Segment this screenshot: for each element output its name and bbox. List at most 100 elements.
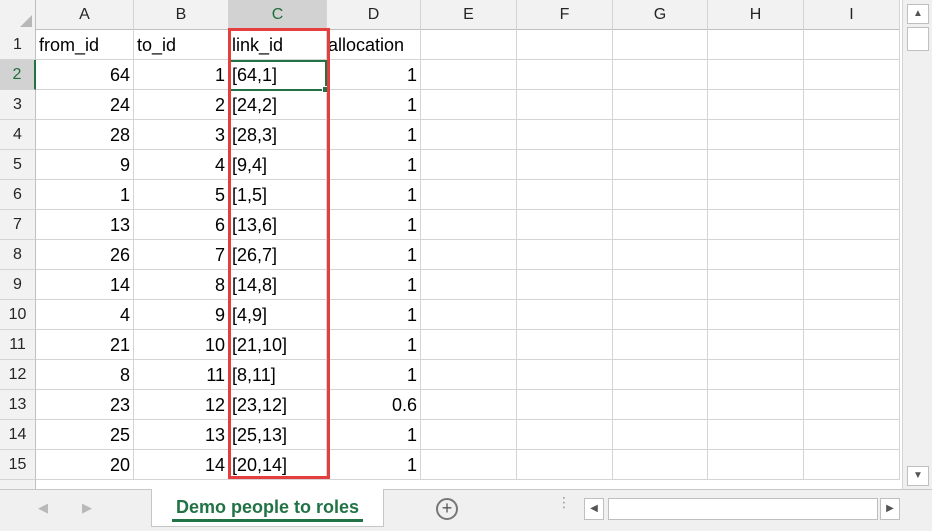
cell-allocation[interactable]: 1: [327, 120, 421, 150]
cell-empty[interactable]: [517, 300, 613, 330]
cell-from-id[interactable]: 20: [36, 450, 134, 480]
cell-empty[interactable]: [708, 30, 804, 60]
column-header-g[interactable]: G: [613, 0, 708, 30]
cell-empty[interactable]: [517, 360, 613, 390]
column-header-c[interactable]: C: [229, 0, 327, 30]
cell-from-id[interactable]: 64: [36, 60, 134, 90]
cell-empty[interactable]: [708, 120, 804, 150]
cell-empty[interactable]: [421, 150, 517, 180]
cell-link-id[interactable]: [26,7]: [229, 240, 327, 270]
row-header[interactable]: 3: [0, 90, 36, 120]
cell-to-id[interactable]: 6: [134, 210, 229, 240]
cell-empty[interactable]: [421, 300, 517, 330]
cell-empty[interactable]: [421, 390, 517, 420]
cell-link-id[interactable]: [14,8]: [229, 270, 327, 300]
cell-link-id[interactable]: [8,11]: [229, 360, 327, 390]
cell-empty[interactable]: [804, 420, 900, 450]
cell-to-id[interactable]: 7: [134, 240, 229, 270]
cell-empty[interactable]: [421, 180, 517, 210]
cell-empty[interactable]: [708, 450, 804, 480]
row-header[interactable]: 7: [0, 210, 36, 240]
cell-empty[interactable]: [804, 30, 900, 60]
column-header-a[interactable]: A: [36, 0, 134, 30]
fill-handle[interactable]: [322, 86, 329, 93]
cell-link-id[interactable]: [13,6]: [229, 210, 327, 240]
cell-empty[interactable]: [708, 210, 804, 240]
cell-link-id[interactable]: [1,5]: [229, 180, 327, 210]
cell-allocation[interactable]: 1: [327, 300, 421, 330]
cell-to-id[interactable]: 5: [134, 180, 229, 210]
cell-empty[interactable]: [421, 90, 517, 120]
column-header-f[interactable]: F: [517, 0, 613, 30]
cell-empty[interactable]: [804, 120, 900, 150]
header-cell[interactable]: from_id: [36, 30, 134, 60]
cell-empty[interactable]: [421, 240, 517, 270]
horizontal-scroll-thumb[interactable]: [608, 498, 878, 520]
add-sheet-icon[interactable]: +: [436, 498, 458, 520]
cell-from-id[interactable]: 8: [36, 360, 134, 390]
cell-empty[interactable]: [421, 360, 517, 390]
spreadsheet-grid[interactable]: A B C D E F G H I 1 from_id to_id link_id al…: [0, 0, 900, 489]
cell-empty[interactable]: [613, 150, 708, 180]
cell-empty[interactable]: [613, 270, 708, 300]
cell-to-id[interactable]: 10: [134, 330, 229, 360]
cell-empty[interactable]: [421, 450, 517, 480]
cell-empty[interactable]: [421, 60, 517, 90]
cell-empty[interactable]: [613, 240, 708, 270]
vertical-scrollbar[interactable]: ▲ ▼: [902, 0, 932, 489]
column-header-b[interactable]: B: [134, 0, 229, 30]
cell-link-id[interactable]: [24,2]: [229, 90, 327, 120]
cell-empty[interactable]: [708, 390, 804, 420]
cell-to-id[interactable]: 12: [134, 390, 229, 420]
cell-to-id[interactable]: 3: [134, 120, 229, 150]
cell-empty[interactable]: [804, 150, 900, 180]
cell-empty[interactable]: [421, 30, 517, 60]
cell-empty[interactable]: [708, 240, 804, 270]
cell-from-id[interactable]: 13: [36, 210, 134, 240]
cell-empty[interactable]: [804, 210, 900, 240]
cell-empty[interactable]: [613, 120, 708, 150]
cell-link-id[interactable]: [21,10]: [229, 330, 327, 360]
scroll-left-icon[interactable]: ◀: [584, 498, 604, 520]
cell-to-id[interactable]: 9: [134, 300, 229, 330]
cell-empty[interactable]: [517, 270, 613, 300]
cell-empty[interactable]: [517, 420, 613, 450]
header-cell[interactable]: link_id: [229, 30, 327, 60]
cell-allocation[interactable]: 1: [327, 210, 421, 240]
cell-to-id[interactable]: 2: [134, 90, 229, 120]
cell-empty[interactable]: [517, 240, 613, 270]
cell-link-id[interactable]: [64,1]: [229, 60, 327, 90]
cell-empty[interactable]: [517, 90, 613, 120]
cell-empty[interactable]: [517, 150, 613, 180]
sheet-prev-icon[interactable]: ◀: [38, 500, 48, 516]
header-cell[interactable]: to_id: [134, 30, 229, 60]
cell-to-id[interactable]: 14: [134, 450, 229, 480]
horizontal-scrollbar[interactable]: ◀ ▶: [582, 497, 902, 521]
cell-allocation[interactable]: 0.6: [327, 390, 421, 420]
cell-allocation[interactable]: 1: [327, 60, 421, 90]
cell-allocation[interactable]: 1: [327, 330, 421, 360]
header-cell[interactable]: allocation: [327, 30, 421, 60]
cell-empty[interactable]: [613, 360, 708, 390]
cell-empty[interactable]: [613, 210, 708, 240]
row-header[interactable]: 11: [0, 330, 36, 360]
scroll-down-icon[interactable]: ▼: [907, 466, 929, 486]
cell-allocation[interactable]: 1: [327, 420, 421, 450]
cell-empty[interactable]: [517, 120, 613, 150]
cell-empty[interactable]: [613, 330, 708, 360]
cell-empty[interactable]: [613, 300, 708, 330]
sheet-next-icon[interactable]: ▶: [82, 500, 92, 516]
cell-allocation[interactable]: 1: [327, 360, 421, 390]
cell-empty[interactable]: [517, 60, 613, 90]
cell-from-id[interactable]: 9: [36, 150, 134, 180]
row-header[interactable]: 13: [0, 390, 36, 420]
row-header[interactable]: 14: [0, 420, 36, 450]
cell-to-id[interactable]: 1: [134, 60, 229, 90]
cell-empty[interactable]: [804, 300, 900, 330]
cell-empty[interactable]: [708, 150, 804, 180]
cell-allocation[interactable]: 1: [327, 270, 421, 300]
cell-empty[interactable]: [421, 330, 517, 360]
cell-link-id[interactable]: [25,13]: [229, 420, 327, 450]
cell-empty[interactable]: [708, 90, 804, 120]
cell-allocation[interactable]: 1: [327, 90, 421, 120]
